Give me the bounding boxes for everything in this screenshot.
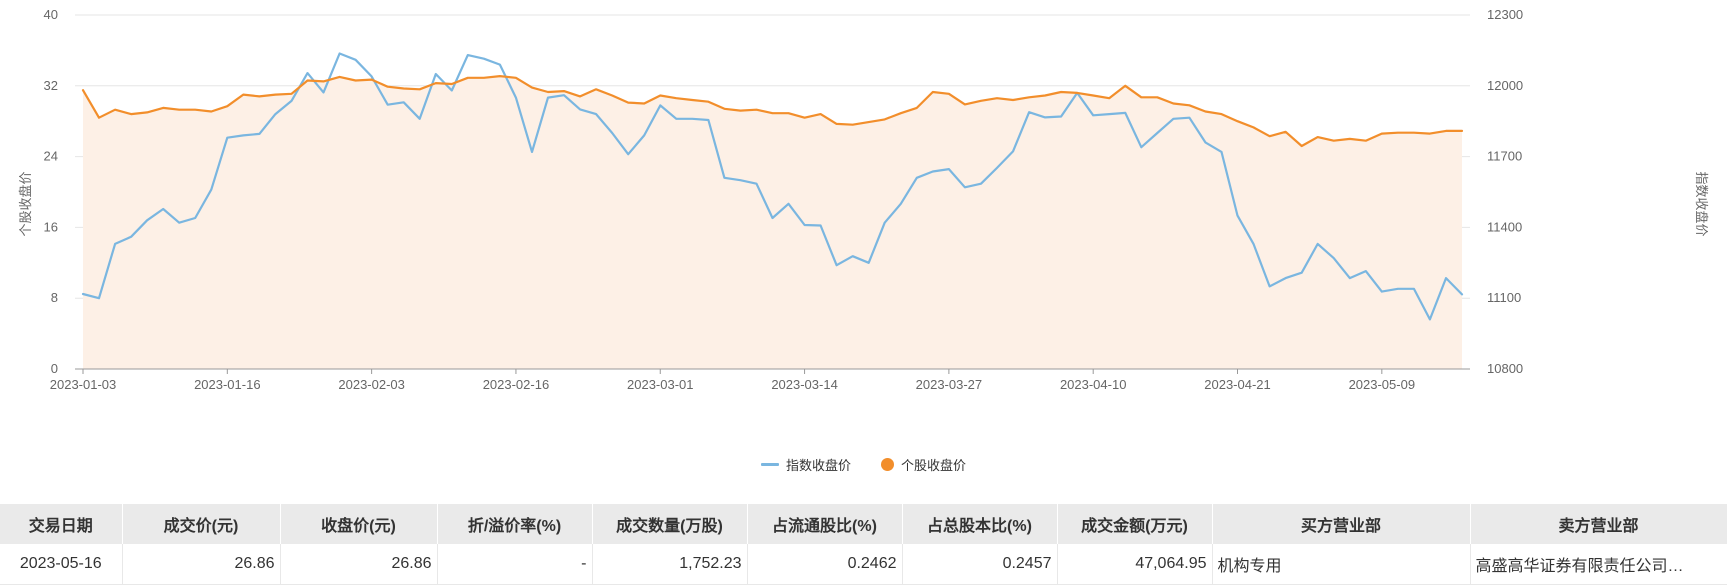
- legend-item-index[interactable]: 指数收盘价: [760, 455, 851, 474]
- y-axis-left: 0 8 16 24 32 40: [44, 7, 58, 376]
- header-close-price[interactable]: 收盘价(元): [280, 504, 438, 544]
- x-tick-label: 2023-01-16: [194, 377, 261, 392]
- x-tick-label: 2023-01-03: [50, 377, 117, 392]
- legend-label-index: 指数收盘价: [785, 457, 851, 473]
- block-trade-table: 交易日期 成交价(元) 收盘价(元) 折/溢价率(%) 成交数量(万股) 占流通…: [0, 504, 1727, 585]
- legend-dot-icon: [881, 457, 894, 471]
- x-axis: 2023-01-03 2023-01-16 2023-02-03 2023-02-16…: [50, 368, 1470, 392]
- x-tick-label: 2023-03-01: [627, 377, 694, 392]
- y-left-tick-label: 0: [51, 361, 58, 376]
- cell-buyer[interactable]: 机构专用: [1212, 544, 1471, 585]
- cell-close-price: 26.86: [280, 544, 438, 585]
- header-date[interactable]: 交易日期: [0, 504, 123, 544]
- header-buyer[interactable]: 买方营业部: [1212, 504, 1471, 544]
- y-left-tick-label: 8: [51, 290, 58, 305]
- legend-item-stock[interactable]: 个股收盘价: [881, 455, 966, 474]
- cell-premium-rate: -: [437, 544, 593, 585]
- y-right-tick-label: 11700: [1487, 149, 1522, 164]
- y-axis-right: 10800 11100 11400 11700 12000 12300: [1487, 7, 1523, 376]
- y-right-tick-label: 12000: [1487, 78, 1523, 93]
- cell-total-ratio: 0.2457: [902, 544, 1058, 585]
- cell-float-ratio: 0.2462: [747, 544, 903, 585]
- table-header-row: 交易日期 成交价(元) 收盘价(元) 折/溢价率(%) 成交数量(万股) 占流通…: [0, 504, 1727, 544]
- y-left-tick-label: 40: [44, 7, 58, 22]
- y-right-tick-label: 11400: [1487, 219, 1522, 234]
- x-tick-label: 2023-02-03: [338, 377, 405, 392]
- y-right-tick-label: 10800: [1487, 361, 1523, 376]
- legend: 指数收盘价 个股收盘价: [0, 453, 1727, 475]
- y-left-tick-label: 24: [44, 149, 58, 164]
- cell-amount: 47,064.95: [1057, 544, 1213, 585]
- table-row: 2023-05-16 26.86 26.86 - 1,752.23 0.2462…: [0, 544, 1727, 585]
- price-chart: 2023-01-03 2023-01-16 2023-02-03 2023-02-16…: [18, 7, 1709, 392]
- legend-label-stock: 个股收盘价: [901, 457, 967, 473]
- y-left-tick-label: 32: [44, 78, 58, 93]
- header-float-ratio[interactable]: 占流通股比(%): [747, 504, 903, 544]
- y-right-tick-label: 11100: [1487, 290, 1521, 305]
- y-axis-right-label: 指数收盘价: [1694, 171, 1709, 236]
- header-amount[interactable]: 成交金额(万元): [1057, 504, 1213, 544]
- cell-date: 2023-05-16: [0, 544, 123, 585]
- cell-seller[interactable]: 高盛高华证券有限责任公司…: [1470, 544, 1727, 585]
- header-premium-rate[interactable]: 折/溢价率(%): [437, 504, 593, 544]
- header-seller[interactable]: 卖方营业部: [1470, 504, 1727, 544]
- cell-volume: 1,752.23: [592, 544, 748, 585]
- y-right-tick-label: 12300: [1487, 7, 1523, 22]
- stock-area: [83, 76, 1462, 369]
- x-tick-label: 2023-03-27: [916, 377, 983, 392]
- header-volume[interactable]: 成交数量(万股): [592, 504, 748, 544]
- y-axis-left-label: 个股收盘价: [18, 171, 33, 236]
- y-left-tick-label: 16: [44, 219, 58, 234]
- legend-line-icon: [760, 462, 779, 466]
- x-tick-label: 2023-04-21: [1204, 377, 1271, 392]
- header-total-ratio[interactable]: 占总股本比(%): [902, 504, 1058, 544]
- x-tick-label: 2023-04-10: [1060, 377, 1127, 392]
- x-tick-label: 2023-02-16: [483, 377, 550, 392]
- stock-area-fill: [83, 76, 1462, 369]
- x-tick-label: 2023-05-09: [1349, 377, 1416, 392]
- x-tick-label: 2023-03-14: [771, 377, 838, 392]
- header-deal-price[interactable]: 成交价(元): [122, 504, 281, 544]
- cell-deal-price: 26.86: [122, 544, 281, 585]
